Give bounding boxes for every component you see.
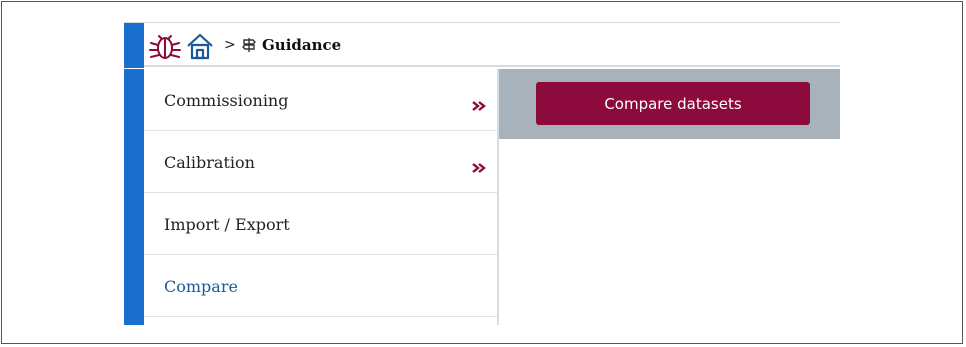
double-chevron-right-icon: [472, 158, 486, 177]
compare-datasets-button[interactable]: Compare datasets: [536, 82, 810, 125]
menu-item-import-export[interactable]: Import / Export: [144, 193, 497, 255]
menu-item-calibration[interactable]: Calibration: [144, 131, 497, 193]
double-chevron-right-icon: [472, 96, 486, 115]
sidebar-accent-strip: [124, 69, 144, 325]
menu-item-label: Calibration: [164, 153, 255, 172]
guidance-menu: Commissioning Calibration Import / Expor…: [144, 69, 499, 325]
menu-item-label: Import / Export: [164, 215, 290, 234]
menu-item-label: Compare: [164, 277, 238, 296]
content-action-bar: Compare datasets: [499, 69, 840, 139]
bug-icon[interactable]: [148, 30, 182, 66]
menu-item-commissioning[interactable]: Commissioning: [144, 69, 497, 131]
top-bar: > Guidance: [124, 22, 840, 68]
breadcrumb-label[interactable]: Guidance: [262, 36, 341, 54]
breadcrumb-separator: >: [224, 37, 236, 53]
menu-item-compare[interactable]: Compare: [144, 255, 497, 317]
topbar-accent-strip: [124, 23, 144, 68]
home-icon[interactable]: [186, 32, 214, 64]
menu-item-label: Commissioning: [164, 91, 289, 110]
app-window: > Guidance Commissioning Calibration Imp…: [124, 22, 840, 325]
signpost-icon: [242, 37, 256, 57]
